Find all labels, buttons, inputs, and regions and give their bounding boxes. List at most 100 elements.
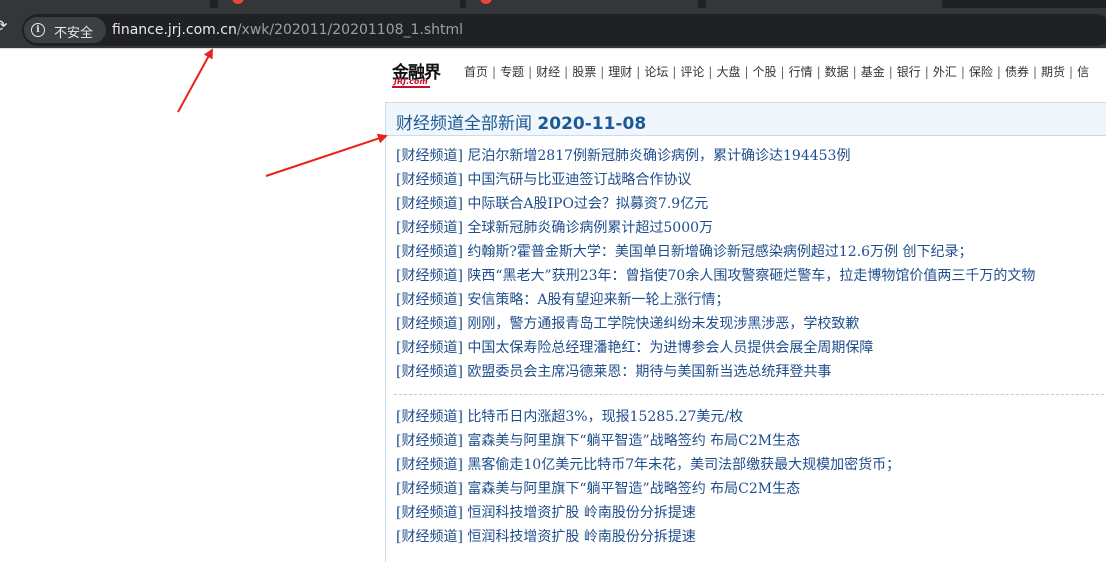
browser-tab[interactable]: [466, 0, 698, 8]
nav-separator: |: [888, 65, 893, 79]
news-title-link[interactable]: 黑客偷走10亿美元比特币7年未花，美司法部缴获最大规模加密货币；: [467, 457, 900, 473]
url-host: finance.jrj.com.cn: [112, 22, 237, 38]
news-item: [财经频道] 富森美与阿里旗下“躺平智造”战略签约 布局C2M生态: [396, 429, 900, 453]
nav-link[interactable]: 保险: [969, 65, 993, 79]
nav-link[interactable]: 评论: [680, 65, 704, 79]
nav-link[interactable]: 首页: [464, 65, 488, 79]
news-channel-link[interactable]: [财经频道]: [396, 481, 463, 497]
news-item: [财经频道] 恒润科技增资扩股 岭南股份分拆提速: [396, 501, 900, 525]
news-heading-text: 财经频道全部新闻: [396, 114, 532, 134]
info-icon: i: [31, 23, 45, 37]
browser-tab[interactable]: [218, 0, 460, 8]
news-channel-link[interactable]: [财经频道]: [396, 268, 463, 284]
nav-link[interactable]: 理财: [608, 65, 632, 79]
news-title-link[interactable]: 富森美与阿里旗下“躺平智造”战略签约 布局C2M生态: [467, 433, 800, 449]
nav-link[interactable]: 信: [1077, 65, 1089, 79]
news-item: [财经频道] 刚刚，警方通报青岛工学院快递纠纷未发现涉黑涉恶，学校致歉: [396, 312, 1035, 336]
news-item: [财经频道] 比特币日内涨超3%，现报15285.27美元/枚: [396, 405, 900, 429]
news-item: [财经频道] 恒润科技增资扩股 岭南股份分拆提速: [396, 525, 900, 549]
browser-tab[interactable]: [0, 0, 210, 8]
nav-link[interactable]: 个股: [753, 65, 777, 79]
nav-link[interactable]: 论坛: [644, 65, 668, 79]
news-item: [财经频道] 中国太保寿险总经理潘艳红：为进博参会人员提供会展全周期保障: [396, 336, 1035, 360]
news-channel-link[interactable]: [财经频道]: [396, 316, 463, 332]
nav-separator: |: [816, 65, 821, 79]
news-channel-link[interactable]: [财经频道]: [396, 148, 463, 164]
news-title-link[interactable]: 陕西“黑老大”获刑23年：曾指使70余人围攻警察砸烂警车，拉走博物馆价值两三千万…: [467, 268, 1035, 284]
news-title-link[interactable]: 中国太保寿险总经理潘艳红：为进博参会人员提供会展全周期保障: [467, 340, 873, 356]
news-item: [财经频道] 中国汽研与比亚迪签订战略合作协议: [396, 168, 1035, 192]
news-title-link[interactable]: 刚刚，警方通报青岛工学院快递纠纷未发现涉黑涉恶，学校致歉: [467, 316, 859, 332]
news-title-link[interactable]: 全球新冠肺炎确诊病例累计超过5000万: [467, 220, 713, 236]
arrow-to-heading: [265, 133, 388, 177]
news-channel-link[interactable]: [财经频道]: [396, 409, 463, 425]
nav-separator: |: [492, 65, 497, 79]
news-channel-link[interactable]: [财经频道]: [396, 340, 463, 356]
news-channel-link[interactable]: [财经频道]: [396, 457, 463, 473]
browser-toolbar: ⟳ i 不安全 finance.jrj.com.cn/xwk/202011/20…: [0, 8, 1106, 48]
news-title-link[interactable]: 富森美与阿里旗下“躺平智造”战略签约 布局C2M生态: [467, 481, 800, 497]
top-nav: 首页 | 专题 | 财经 | 股票 | 理财 | 论坛 | 评论 | 大盘 | 个股 | 行情 | 数据 | 基金 | 银行 | 外…: [464, 63, 1089, 80]
reload-icon[interactable]: ⟳: [0, 18, 8, 34]
news-heading: 财经频道全部新闻 2020-11-08: [396, 109, 646, 134]
news-item: [财经频道] 安信策略：A股有望迎来新一轮上涨行情；: [396, 288, 1035, 312]
news-title-link[interactable]: 安信策略：A股有望迎来新一轮上涨行情；: [467, 292, 729, 308]
nav-link[interactable]: 银行: [897, 65, 921, 79]
nav-separator: |: [852, 65, 857, 79]
browser-tab[interactable]: [706, 0, 942, 8]
nav-link[interactable]: 外汇: [933, 65, 957, 79]
nav-link[interactable]: 财经: [536, 65, 560, 79]
nav-separator: |: [708, 65, 713, 79]
nav-separator: |: [636, 65, 641, 79]
logo-subtext: JRJ.com: [394, 77, 428, 86]
news-item: [财经频道] 陕西“黑老大”获刑23年：曾指使70余人围攻警察砸烂警车，拉走博物…: [396, 264, 1035, 288]
nav-link[interactable]: 大盘: [716, 65, 740, 79]
security-label: 不安全: [54, 26, 94, 41]
address-bar[interactable]: i 不安全 finance.jrj.com.cn/xwk/202011/2020…: [22, 14, 1106, 46]
nav-link[interactable]: 专题: [500, 65, 524, 79]
jrj-logo[interactable]: 金融界 JRJ.com: [392, 58, 452, 88]
site-favicon-icon: [480, 0, 492, 4]
news-item: [财经频道] 欧盟委员会主席冯德莱恩：期待与美国新当选总统拜登共事: [396, 360, 1035, 384]
nav-separator: |: [564, 65, 569, 79]
news-item: [财经频道] 中际联合A股IPO过会？拟募资7.9亿元: [396, 192, 1035, 216]
news-title-link[interactable]: 欧盟委员会主席冯德莱恩：期待与美国新当选总统拜登共事: [467, 364, 831, 380]
news-channel-link[interactable]: [财经频道]: [396, 364, 463, 380]
news-list: [财经频道] 尼泊尔新增2817例新冠肺炎确诊病例，累计确诊达194453例 [财…: [396, 144, 1035, 384]
news-title-link[interactable]: 约翰斯?霍普金斯大学：美国单日新增确诊新冠感染病例超过12.6万例 创下纪录；: [467, 244, 972, 260]
url-text[interactable]: finance.jrj.com.cn/xwk/202011/20201108_1…: [112, 22, 463, 38]
nav-link[interactable]: 数据: [825, 65, 849, 79]
nav-separator: |: [996, 65, 1001, 79]
news-item: [财经频道] 全球新冠肺炎确诊病例累计超过5000万: [396, 216, 1035, 240]
site-header: 金融界 JRJ.com 首页 | 专题 | 财经 | 股票 | 理财 | 论坛 | 评论 | 大盘 | 个股 | 行…: [390, 56, 1106, 92]
nav-separator: |: [924, 65, 929, 79]
news-channel-link[interactable]: [财经频道]: [396, 505, 463, 521]
news-heading-bar: 财经频道全部新闻 2020-11-08: [386, 102, 1106, 136]
news-title-link[interactable]: 尼泊尔新增2817例新冠肺炎确诊病例，累计确诊达194453例: [467, 148, 850, 164]
site-info-button[interactable]: i 不安全: [24, 17, 106, 43]
news-channel-link[interactable]: [财经频道]: [396, 433, 463, 449]
news-channel-link[interactable]: [财经频道]: [396, 220, 463, 236]
news-title-link[interactable]: 比特币日内涨超3%，现报15285.27美元/枚: [467, 409, 743, 425]
news-list: [财经频道] 比特币日内涨超3%，现报15285.27美元/枚 [财经频道] 富森…: [396, 405, 900, 549]
news-item: [财经频道] 黑客偷走10亿美元比特币7年未花，美司法部缴获最大规模加密货币；: [396, 453, 900, 477]
news-title-link[interactable]: 恒润科技增资扩股 岭南股份分拆提速: [467, 505, 695, 521]
nav-link[interactable]: 行情: [789, 65, 813, 79]
news-channel-link[interactable]: [财经频道]: [396, 292, 463, 308]
news-title-link[interactable]: 中际联合A股IPO过会？拟募资7.9亿元: [467, 196, 708, 212]
news-item: [财经频道] 约翰斯?霍普金斯大学：美国单日新增确诊新冠感染病例超过12.6万例…: [396, 240, 1035, 264]
nav-link[interactable]: 基金: [861, 65, 885, 79]
news-divider: [394, 394, 1106, 395]
nav-separator: |: [1032, 65, 1037, 79]
news-title-link[interactable]: 中国汽研与比亚迪签订战略合作协议: [467, 172, 691, 188]
news-channel-link[interactable]: [财经频道]: [396, 172, 463, 188]
nav-link[interactable]: 股票: [572, 65, 596, 79]
nav-link[interactable]: 期货: [1041, 65, 1065, 79]
tab-strip: [0, 0, 1106, 8]
news-channel-link[interactable]: [财经频道]: [396, 529, 463, 545]
news-channel-link[interactable]: [财经频道]: [396, 244, 463, 260]
nav-link[interactable]: 债券: [1005, 65, 1029, 79]
news-channel-link[interactable]: [财经频道]: [396, 196, 463, 212]
nav-separator: |: [528, 65, 533, 79]
news-title-link[interactable]: 恒润科技增资扩股 岭南股份分拆提速: [467, 529, 695, 545]
